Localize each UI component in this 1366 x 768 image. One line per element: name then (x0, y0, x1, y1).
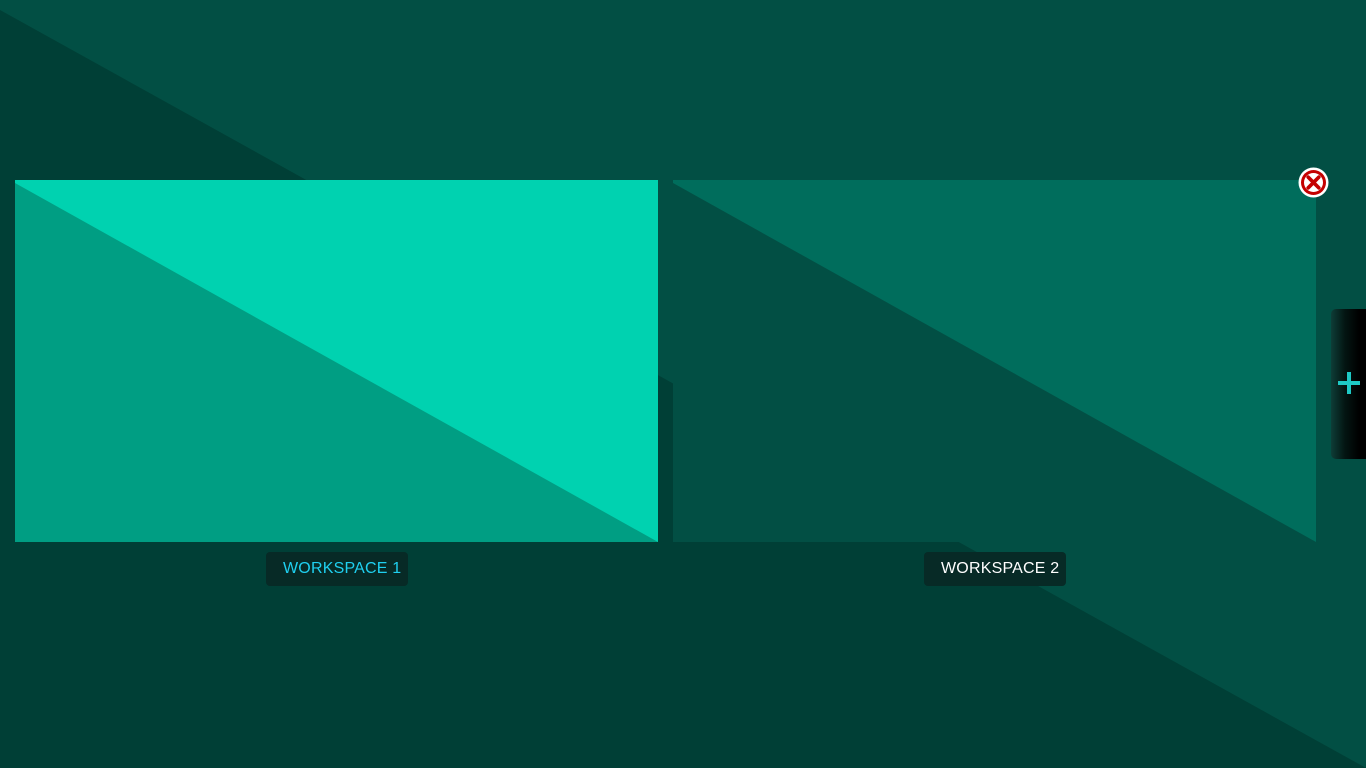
workspace-2-preview (673, 180, 1316, 542)
add-workspace-button[interactable] (1331, 309, 1366, 459)
workspace-switcher-overlay: WORKSPACE 1 WORKSPACE 2 (0, 0, 1366, 768)
remove-workspace-button[interactable] (1297, 166, 1330, 199)
close-x-circle-icon (1298, 167, 1329, 198)
plus-icon (1338, 372, 1360, 394)
workspace-2-label[interactable]: WORKSPACE 2 (924, 552, 1066, 586)
workspace-1-label[interactable]: WORKSPACE 1 (266, 552, 408, 586)
workspace-2-thumbnail[interactable] (673, 180, 1316, 542)
workspace-1-preview (15, 180, 658, 542)
workspace-1-thumbnail[interactable] (15, 180, 658, 542)
